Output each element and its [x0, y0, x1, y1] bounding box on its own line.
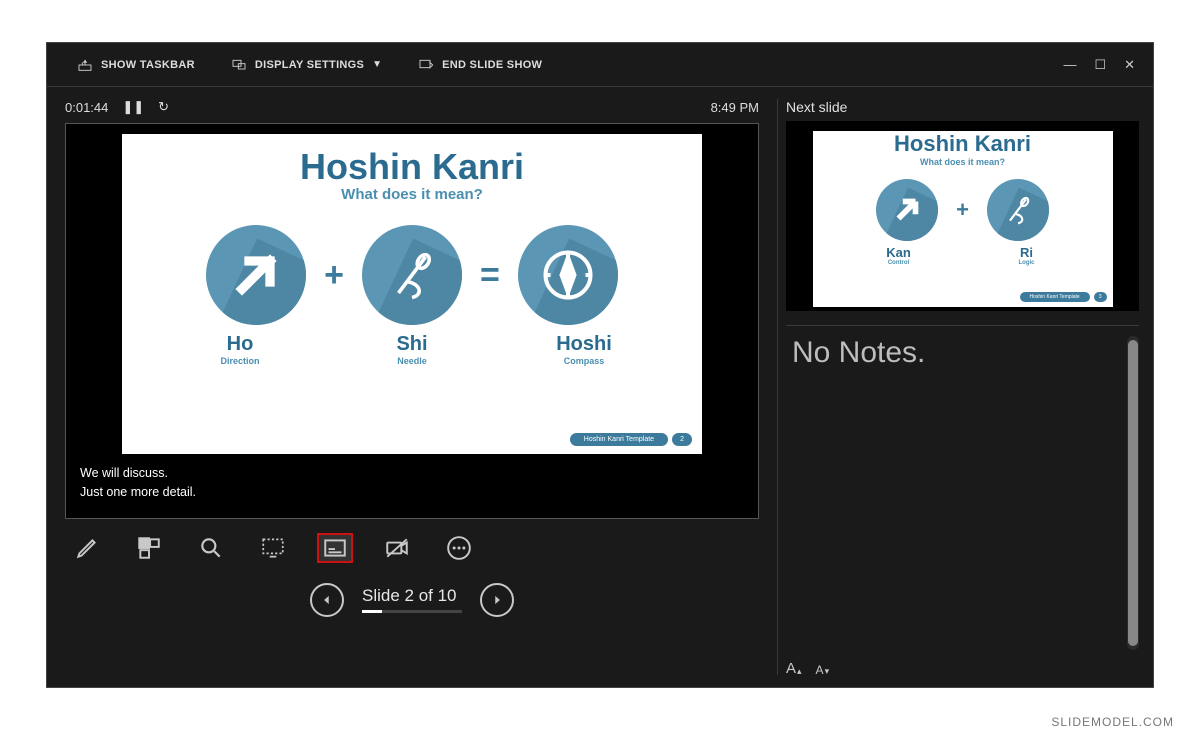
next-slide-frame[interactable]: Hoshin Kanri What does it mean? + Ka: [786, 121, 1139, 311]
increase-font-button[interactable]: A: [786, 660, 802, 677]
end-show-label: END SLIDE SHOW: [442, 59, 542, 71]
next-arrow-circle: [876, 179, 938, 241]
end-show-icon: [418, 57, 434, 73]
show-taskbar-label: SHOW TASKBAR: [101, 59, 195, 71]
slide-terms-row: Ho Direction Shi Needle Hoshi Compass: [122, 333, 702, 366]
status-line: 0:01:44 ❚❚ ↻ 8:49 PM: [65, 99, 759, 123]
next-slide-label: Next slide: [786, 99, 1139, 115]
pen-tool-button[interactable]: [69, 533, 105, 563]
equals-operator: =: [480, 256, 500, 295]
term-shi: Shi Needle: [362, 333, 462, 366]
previous-slide-button[interactable]: [310, 583, 344, 617]
slide-progress: [362, 610, 462, 613]
term-hoshi: Hoshi Compass: [534, 333, 634, 366]
chevron-down-icon: ▼: [372, 59, 382, 70]
notes-area: No Notes.: [786, 336, 1139, 650]
slide-title: Hoshin Kanri: [122, 146, 702, 188]
end-slide-show-button[interactable]: END SLIDE SHOW: [400, 57, 560, 73]
restart-timer-button[interactable]: ↻: [158, 99, 169, 115]
top-toolbar: SHOW TASKBAR DISPLAY SETTINGS ▼ END SLID…: [47, 43, 1153, 87]
next-slide-button[interactable]: [480, 583, 514, 617]
slide-indicator: Slide 2 of 10: [362, 586, 462, 613]
main-area: 0:01:44 ❚❚ ↻ 8:49 PM Hoshin Kanri What d…: [47, 87, 1153, 687]
maximize-button[interactable]: ☐: [1094, 57, 1106, 73]
subtitle-line-1: We will discuss.: [80, 464, 744, 483]
presenter-tools: [65, 519, 759, 567]
next-term-ri: Ri Logic: [996, 245, 1058, 266]
close-button[interactable]: ✕: [1124, 57, 1135, 73]
slide-badge: Hoshin Kanri Template 2: [570, 433, 692, 446]
compass-icon: [538, 245, 598, 305]
notes-text: No Notes.: [786, 336, 1123, 650]
next-slide-canvas: Hoshin Kanri What does it mean? + Ka: [813, 131, 1113, 307]
slide-navigation: Slide 2 of 10: [65, 567, 759, 617]
slide-subtitle: What does it mean?: [122, 186, 702, 203]
zoom-tool-button[interactable]: [193, 533, 229, 563]
pause-button[interactable]: ❚❚: [122, 99, 144, 115]
plus-operator: +: [956, 197, 969, 223]
more-options-button[interactable]: [441, 533, 477, 563]
needle-icon: [1002, 194, 1034, 226]
taskbar-icon: [77, 57, 93, 73]
subtitle-area: We will discuss. Just one more detail.: [76, 454, 748, 508]
decrease-font-button[interactable]: A: [816, 660, 830, 677]
compass-circle: [518, 225, 618, 325]
next-slide-subtitle: What does it mean?: [813, 157, 1113, 167]
subtitle-line-2: Just one more detail.: [80, 483, 744, 502]
camera-off-button[interactable]: [379, 533, 415, 563]
see-all-slides-button[interactable]: [131, 533, 167, 563]
minimize-button[interactable]: —: [1063, 57, 1076, 73]
next-slide-title: Hoshin Kanri: [813, 131, 1113, 157]
needle-icon: [385, 248, 439, 302]
notes-scrollbar[interactable]: [1127, 336, 1139, 650]
right-panel: Next slide Hoshin Kanri What does it mea…: [778, 87, 1153, 687]
needle-circle: [362, 225, 462, 325]
next-term-kan: Kan Control: [868, 245, 930, 266]
slide-counter-label: Slide 2 of 10: [362, 586, 457, 606]
display-settings-label: DISPLAY SETTINGS: [255, 59, 364, 71]
arrow-icon: [890, 193, 924, 227]
display-settings-button[interactable]: DISPLAY SETTINGS ▼: [213, 57, 400, 73]
next-needle-circle: [987, 179, 1049, 241]
slide-icons-row: + =: [122, 225, 702, 325]
current-slide-canvas[interactable]: Hoshin Kanri What does it mean? + =: [122, 134, 702, 454]
display-settings-icon: [231, 57, 247, 73]
black-screen-button[interactable]: [255, 533, 291, 563]
current-slide-frame: Hoshin Kanri What does it mean? + =: [65, 123, 759, 519]
current-slide-panel: 0:01:44 ❚❚ ↻ 8:49 PM Hoshin Kanri What d…: [47, 87, 777, 687]
term-ho: Ho Direction: [190, 333, 290, 366]
toggle-subtitles-button[interactable]: [317, 533, 353, 563]
elapsed-timer: 0:01:44: [65, 100, 108, 115]
right-divider: [786, 325, 1139, 326]
notes-font-controls: A A: [786, 650, 1139, 677]
plus-operator: +: [324, 256, 344, 295]
presenter-view-window: SHOW TASKBAR DISPLAY SETTINGS ▼ END SLID…: [46, 42, 1154, 688]
clock-time: 8:49 PM: [711, 100, 759, 115]
window-controls: — ☐ ✕: [1063, 57, 1141, 73]
watermark: SLIDEMODEL.COM: [1051, 715, 1174, 729]
direction-circle: [206, 225, 306, 325]
arrow-icon: [228, 247, 284, 303]
show-taskbar-button[interactable]: SHOW TASKBAR: [59, 57, 213, 73]
